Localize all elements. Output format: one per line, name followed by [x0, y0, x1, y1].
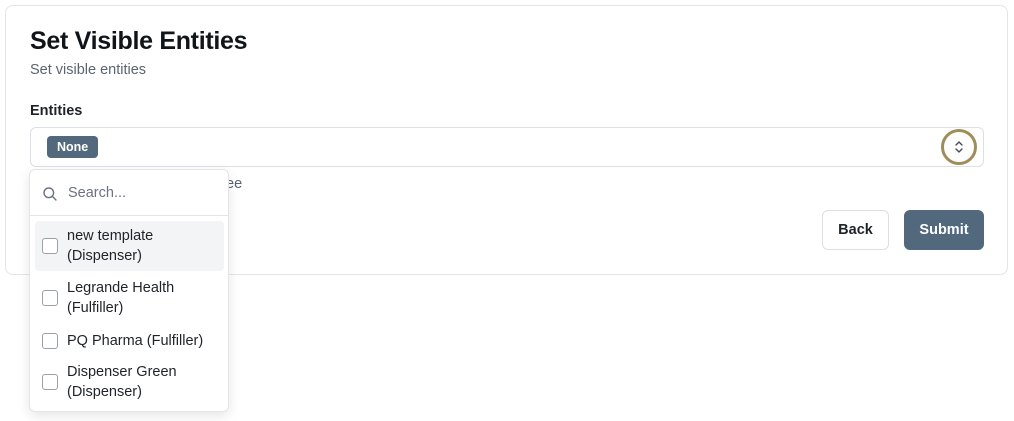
back-button[interactable]: Back: [822, 210, 889, 250]
option-label: Dispenser Green (Dispenser): [67, 364, 177, 400]
option-legrande-health[interactable]: Legrande Health (Fulfiller): [35, 273, 224, 323]
entities-select[interactable]: None: [30, 127, 984, 167]
search-icon: [43, 187, 57, 201]
entities-label: Entities: [30, 103, 83, 119]
search-input[interactable]: [66, 180, 216, 206]
selected-entity-chip: None: [47, 136, 99, 158]
dropdown-search: [30, 170, 228, 216]
option-checkbox[interactable]: [42, 290, 58, 306]
chevron-up-down-icon: [955, 141, 963, 153]
option-new-template[interactable]: new template (Dispenser): [35, 221, 224, 271]
option-label: new template (Dispenser): [67, 228, 154, 264]
option-label: PQ Pharma (Fulfiller): [67, 333, 204, 349]
option-pq-pharma[interactable]: PQ Pharma (Fulfiller): [35, 327, 224, 355]
option-label: Legrande Health (Fulfiller): [67, 280, 175, 316]
submit-button[interactable]: Submit: [904, 210, 984, 250]
select-toggle-button[interactable]: [941, 129, 977, 165]
option-checkbox[interactable]: [42, 374, 58, 390]
option-checkbox[interactable]: [42, 333, 58, 349]
page-subtitle: Set visible entities: [30, 62, 147, 78]
option-checkbox[interactable]: [42, 238, 58, 254]
page-title: Set Visible Entities: [30, 27, 248, 55]
entities-dropdown: new template(Dispenser) Legrande Health(…: [29, 169, 229, 412]
option-dispenser-green[interactable]: Dispenser Green (Dispenser): [35, 357, 224, 407]
